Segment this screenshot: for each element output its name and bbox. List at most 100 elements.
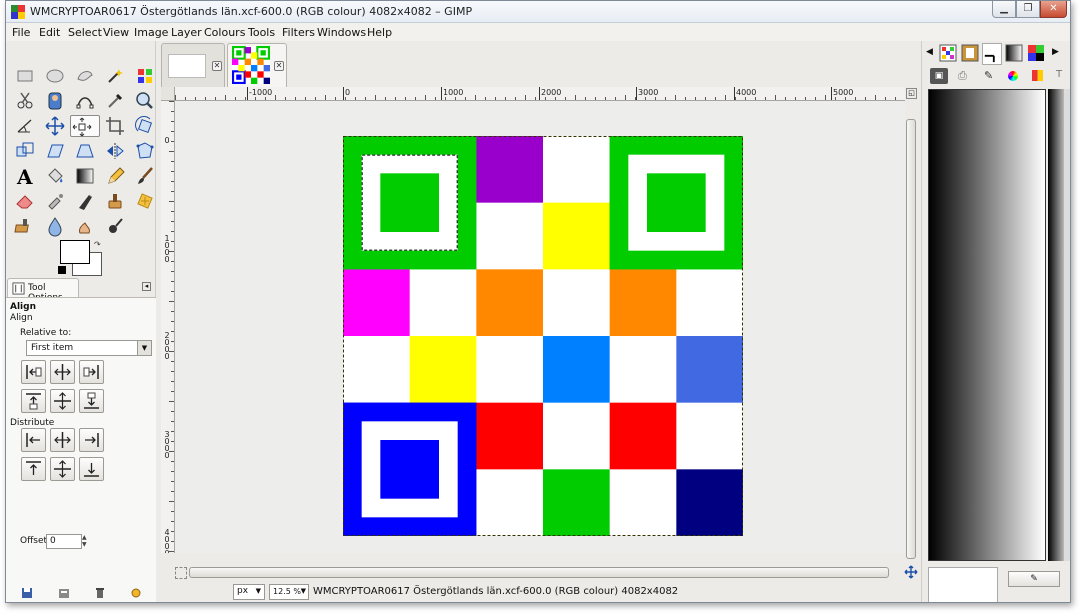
tab-patterns[interactable] (938, 43, 958, 65)
foreground-select-icon[interactable] (44, 90, 66, 112)
move-icon[interactable] (44, 115, 66, 137)
image-viewport[interactable] (175, 101, 905, 553)
reset-options-icon[interactable] (130, 587, 142, 599)
stamp-icon[interactable]: ⎙ (958, 69, 967, 83)
fg-bg-color-selector[interactable]: ↷ (58, 240, 108, 280)
dock-scrollbar[interactable] (1064, 89, 1070, 561)
bucket-fill-icon[interactable] (44, 165, 66, 187)
offset-spin-buttons[interactable]: ▲ ▼ (82, 534, 90, 549)
dock-scroll-left-icon[interactable]: ◀ (926, 47, 933, 57)
scale-icon[interactable] (14, 140, 36, 162)
menu-help[interactable]: Help (367, 26, 392, 39)
zoom-icon[interactable] (134, 90, 156, 112)
close-button[interactable]: ✕ (1040, 1, 1067, 18)
maximize-button[interactable]: ❐ (1016, 1, 1040, 18)
distribute-middle-button[interactable] (50, 457, 75, 481)
vertical-scrollbar[interactable] (905, 101, 917, 559)
unit-select[interactable]: px ▼ (233, 584, 265, 600)
align-center-button[interactable] (50, 360, 75, 384)
color-picker-icon[interactable] (104, 90, 126, 112)
menu-view[interactable]: View (103, 26, 129, 39)
rotate-icon[interactable] (134, 115, 156, 137)
text-tab-icon[interactable]: T (1056, 69, 1062, 80)
image-tab-1[interactable]: ✕ (161, 43, 225, 87)
fuzzy-select-icon[interactable] (104, 65, 126, 87)
gradient-preview[interactable] (928, 89, 1046, 561)
dock-edit-button[interactable]: ✎ (1008, 571, 1060, 587)
foreground-color-swatch[interactable] (60, 240, 90, 264)
menu-file[interactable]: File (12, 26, 30, 39)
tab-brushes[interactable] (982, 43, 1002, 65)
align-right-edge-button[interactable] (79, 360, 104, 384)
perspective-icon[interactable] (74, 140, 96, 162)
paintbrush-small-icon[interactable]: ✎ (984, 69, 993, 82)
align-icon[interactable] (70, 115, 100, 137)
align-bottom-edge-button[interactable] (79, 389, 104, 413)
distribute-right-button[interactable] (79, 428, 104, 452)
save-options-icon[interactable] (21, 587, 33, 599)
blur-icon[interactable] (44, 215, 66, 237)
crop-icon[interactable] (104, 115, 126, 137)
menu-tools[interactable]: Tools (248, 26, 275, 39)
free-select-icon[interactable] (74, 65, 96, 87)
ink-icon[interactable] (74, 190, 96, 212)
menu-layer[interactable]: Layer (171, 26, 202, 39)
horizontal-scrollbar[interactable] (189, 567, 889, 579)
layers-icon[interactable]: ▣ (930, 68, 948, 84)
swap-colors-icon[interactable]: ↷ (94, 240, 101, 249)
tab-tool-options[interactable]: Tool Options (7, 278, 79, 303)
offset-input[interactable]: 0 (46, 534, 82, 549)
horizontal-ruler[interactable]: -1000 0 1000 2000 3000 4000 5000 (175, 87, 905, 101)
distribute-left-button[interactable] (21, 428, 46, 452)
distribute-top-button[interactable] (21, 457, 46, 481)
eraser-icon[interactable] (14, 190, 36, 212)
measure-icon[interactable] (14, 115, 36, 137)
blend-icon[interactable] (74, 165, 96, 187)
flip-icon[interactable] (104, 140, 126, 162)
smudge-icon[interactable] (74, 215, 96, 237)
zoom-select[interactable]: 12.5 % ▼ (269, 584, 309, 600)
menu-colours[interactable]: Colours (204, 26, 245, 39)
select-by-color-icon[interactable] (134, 65, 156, 87)
menu-image[interactable]: Image (134, 26, 168, 39)
close-tab-icon[interactable]: ✕ (212, 61, 222, 71)
scissors-icon[interactable] (14, 90, 36, 112)
minimize-button[interactable]: ▁ (992, 1, 1016, 18)
tab-gradients[interactable] (1004, 43, 1024, 65)
text-icon[interactable]: A (14, 165, 36, 189)
color-wheel-icon[interactable] (1008, 71, 1018, 81)
ruler-corner[interactable] (161, 87, 175, 101)
vertical-ruler[interactable]: 0 1000 2000 3000 4000 (161, 101, 175, 553)
menu-select[interactable]: Select (68, 26, 102, 39)
ellipse-select-icon[interactable] (44, 65, 66, 87)
image-canvas[interactable] (343, 136, 743, 536)
quick-mask-toggle[interactable] (175, 567, 187, 579)
trash-icon[interactable] (94, 587, 106, 599)
paintbrush-icon[interactable] (134, 165, 156, 187)
close-tab-icon[interactable]: ✕ (274, 61, 284, 71)
align-middle-button[interactable] (50, 389, 75, 413)
cage-icon[interactable] (134, 140, 156, 162)
dock-scroll-right-icon[interactable]: ▶ (1052, 47, 1059, 57)
relative-to-select[interactable]: First item ▼ (26, 340, 152, 356)
menu-edit[interactable]: Edit (39, 26, 60, 39)
rect-select-icon[interactable] (14, 65, 36, 87)
dodge-burn-icon[interactable] (104, 215, 126, 237)
navigate-icon[interactable] (904, 565, 918, 579)
horizontal-scrollbar-thumb[interactable] (189, 567, 889, 578)
tab-menu-button[interactable]: ◂ (142, 282, 151, 291)
clone-icon[interactable] (104, 190, 126, 212)
distribute-center-button[interactable] (50, 428, 75, 452)
vertical-scrollbar-thumb[interactable] (906, 119, 916, 559)
menu-filters[interactable]: Filters (282, 26, 315, 39)
align-top-edge-button[interactable] (21, 389, 46, 413)
perspective-clone-icon[interactable] (14, 215, 36, 237)
pencil-icon[interactable] (104, 165, 126, 187)
tab-palettes[interactable] (1026, 43, 1046, 65)
paths-icon[interactable] (74, 90, 96, 112)
image-tab-2[interactable]: ✕ (227, 43, 287, 87)
tab-fonts[interactable] (960, 43, 980, 65)
default-colors-icon[interactable] (58, 266, 66, 274)
menu-windows[interactable]: Windows (317, 26, 366, 39)
restore-options-icon[interactable] (58, 587, 70, 599)
